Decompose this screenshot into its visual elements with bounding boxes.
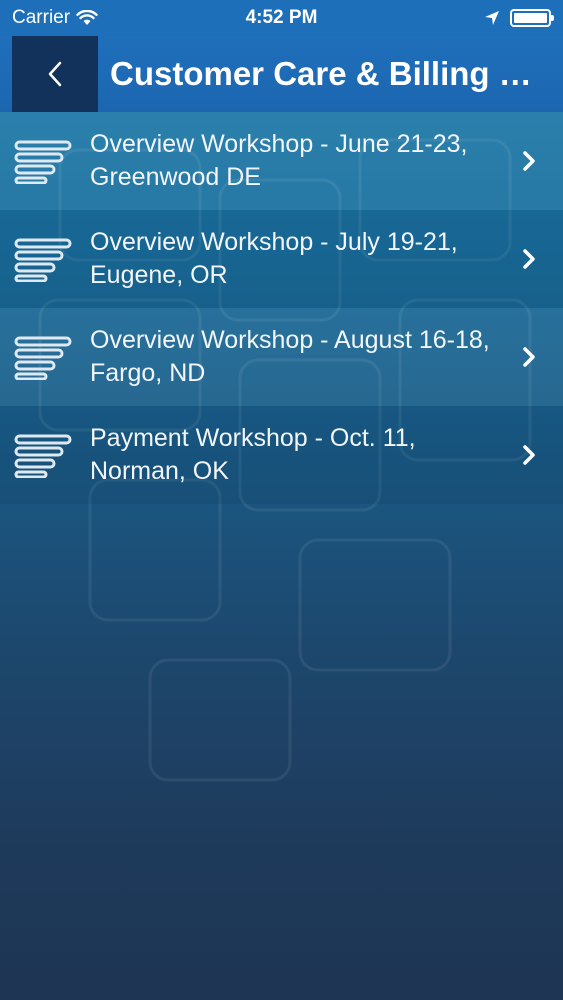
list-item[interactable]: Overview Workshop - June 21-23, Greenwoo… (0, 112, 563, 210)
navigation-bar: Customer Care & Billing Workshops (0, 36, 563, 112)
battery-level (514, 13, 547, 23)
list-item-label: Overview Workshop - August 16-18, Fargo,… (90, 326, 490, 387)
list-item-label: Overview Workshop - July 19-21, Eugene, … (90, 228, 458, 289)
list-lines-icon (14, 336, 72, 380)
page-title: Customer Care & Billing Workshops (110, 55, 540, 92)
workshop-list: Overview Workshop - June 21-23, Greenwoo… (0, 112, 563, 504)
list-item-label: Payment Workshop - Oct. 11, Norman, OK (90, 424, 416, 485)
back-button[interactable] (12, 36, 98, 112)
carrier-label: Carrier (12, 7, 71, 28)
chevron-right-icon (523, 347, 535, 367)
chevron-right-icon (523, 249, 535, 269)
location-arrow-icon (485, 11, 499, 25)
status-left: Carrier (12, 7, 98, 29)
list-lines-icon (14, 238, 72, 282)
status-bar: Carrier 4:52 PM (0, 0, 563, 36)
status-right (484, 9, 554, 27)
list-item[interactable]: Overview Workshop - July 19-21, Eugene, … (0, 210, 563, 308)
list-item[interactable]: Overview Workshop - August 16-18, Fargo,… (0, 308, 563, 406)
list-lines-icon (14, 140, 72, 184)
list-item-label: Overview Workshop - June 21-23, Greenwoo… (90, 130, 468, 191)
list-lines-icon (14, 434, 72, 478)
wifi-icon (76, 10, 98, 25)
chevron-left-icon (48, 61, 62, 87)
battery-icon (510, 9, 554, 27)
chevron-right-icon (523, 151, 535, 171)
list-item[interactable]: Payment Workshop - Oct. 11, Norman, OK (0, 406, 563, 504)
chevron-right-icon (523, 445, 535, 465)
